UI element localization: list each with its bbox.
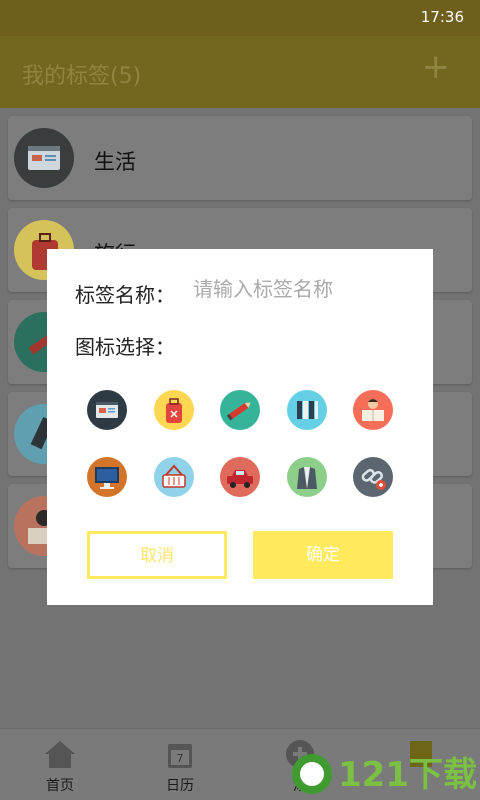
status-time: 17:36 <box>420 8 464 26</box>
nav-item-home[interactable]: 首页 <box>10 737 110 795</box>
svg-text:7: 7 <box>177 752 184 765</box>
luggage-icon[interactable] <box>154 390 194 430</box>
app-bar: 我的标签(5) + <box>0 36 480 108</box>
tag-name-label: 标签名称： <box>75 283 175 307</box>
pencil-icon[interactable] <box>220 390 260 430</box>
nav-item-calendar[interactable]: 7 日历 <box>130 737 230 795</box>
tag-name-input[interactable] <box>193 277 413 301</box>
page-title: 我的标签(5) <box>22 64 142 89</box>
nav-label: 首页 <box>46 778 74 794</box>
browser-window-icon <box>14 128 74 188</box>
car-icon[interactable] <box>220 457 260 497</box>
jacket-icon[interactable] <box>287 457 327 497</box>
add-tag-dialog: 标签名称： 图标选择： <box>47 249 433 605</box>
reading-person-icon[interactable] <box>353 390 393 430</box>
confirm-button[interactable]: 确定 <box>253 531 393 579</box>
icon-select-label: 图标选择： <box>75 335 175 359</box>
binders-icon[interactable] <box>287 390 327 430</box>
chain-link-icon[interactable] <box>353 457 393 497</box>
monitor-icon[interactable] <box>87 457 127 497</box>
watermark-logo: 121下载站 <box>286 746 480 798</box>
browser-window-icon[interactable] <box>87 390 127 430</box>
tag-card-label: 生活 <box>94 150 136 174</box>
home-icon <box>45 741 75 768</box>
status-bar: 17:36 <box>0 0 480 36</box>
nav-label: 日历 <box>166 778 194 794</box>
calendar-icon: 7 <box>168 744 192 768</box>
shopping-basket-icon[interactable] <box>154 457 194 497</box>
tag-card-life[interactable]: 生活 <box>8 116 472 200</box>
cancel-button[interactable]: 取消 <box>87 531 227 579</box>
svg-text:121下载站: 121下载站 <box>338 755 476 795</box>
add-tag-button[interactable]: + <box>422 50 451 84</box>
